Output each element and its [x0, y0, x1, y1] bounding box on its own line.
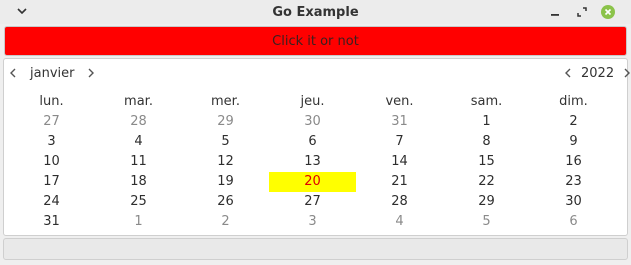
month-label: janvier: [30, 65, 75, 81]
day-cell[interactable]: 19: [182, 172, 269, 192]
day-cell[interactable]: 31: [356, 112, 443, 132]
calendar: janvier 2022 lun. mar. mer. jeu. ven. sa…: [3, 58, 631, 236]
weekday-label: sam.: [470, 94, 503, 109]
day-cell[interactable]: 21: [356, 172, 443, 192]
bottom-bar: [3, 238, 628, 260]
click-button[interactable]: Click it or not: [4, 26, 627, 56]
day-cell[interactable]: 24: [8, 192, 95, 212]
chevron-down-icon[interactable]: [14, 3, 30, 19]
day-cell[interactable]: 18: [95, 172, 182, 192]
day-cell[interactable]: 1: [95, 212, 182, 232]
day-cell[interactable]: 8: [443, 132, 530, 152]
day-cell[interactable]: 9: [530, 132, 617, 152]
day-cell[interactable]: 16: [530, 152, 617, 172]
weekday-label: lun.: [39, 94, 64, 109]
day-cell[interactable]: 22: [443, 172, 530, 192]
day-cell[interactable]: 4: [95, 132, 182, 152]
weeks: 27 28 29 30 31 1 2 3 4 5 6 7 8 9 10 11 12 13 14 15 16 17 18 19 2…: [8, 112, 622, 232]
day-cell[interactable]: 29: [182, 112, 269, 132]
day-cell[interactable]: 4: [356, 212, 443, 232]
weekday-label: ven.: [385, 94, 414, 109]
minimize-icon[interactable]: [546, 3, 564, 21]
year-nav: 2022: [561, 63, 631, 83]
chevron-right-icon[interactable]: [620, 64, 631, 82]
day-cell[interactable]: 6: [269, 132, 356, 152]
app-window: Go Example Click it or not janvier 2022: [0, 0, 631, 265]
day-cell[interactable]: 30: [269, 112, 356, 132]
week-row: 24 25 26 27 28 29 30: [8, 192, 622, 212]
day-cell[interactable]: 23: [530, 172, 617, 192]
weekday-label: mar.: [124, 94, 153, 109]
day-cell[interactable]: 5: [182, 132, 269, 152]
month-nav: janvier: [6, 63, 98, 83]
weekday-label: jeu.: [300, 94, 325, 109]
chevron-left-icon[interactable]: [6, 64, 20, 82]
weekday-header: lun. mar. mer. jeu. ven. sam. dim.: [8, 92, 622, 112]
window-title: Go Example: [272, 4, 359, 20]
day-cell[interactable]: 3: [8, 132, 95, 152]
day-cell[interactable]: 1: [443, 112, 530, 132]
day-cell-today[interactable]: 20: [269, 172, 356, 192]
day-cell[interactable]: 10: [8, 152, 95, 172]
day-cell[interactable]: 2: [530, 112, 617, 132]
day-cell[interactable]: 14: [356, 152, 443, 172]
day-cell[interactable]: 25: [95, 192, 182, 212]
title-bar: Go Example: [0, 0, 631, 24]
chevron-left-icon[interactable]: [561, 64, 575, 82]
week-row: 27 28 29 30 31 1 2: [8, 112, 622, 132]
day-cell[interactable]: 26: [182, 192, 269, 212]
chevron-right-icon[interactable]: [84, 64, 98, 82]
day-cell[interactable]: 13: [269, 152, 356, 172]
weekday-label: dim.: [559, 94, 588, 109]
day-cell[interactable]: 5: [443, 212, 530, 232]
day-cell[interactable]: 11: [95, 152, 182, 172]
year-label: 2022: [581, 65, 615, 81]
day-cell[interactable]: 29: [443, 192, 530, 212]
restore-icon[interactable]: [573, 3, 591, 21]
day-cell[interactable]: 3: [269, 212, 356, 232]
week-row: 10 11 12 13 14 15 16: [8, 152, 622, 172]
day-cell[interactable]: 28: [356, 192, 443, 212]
day-cell[interactable]: 7: [356, 132, 443, 152]
close-icon[interactable]: [601, 5, 615, 19]
day-cell[interactable]: 6: [530, 212, 617, 232]
day-cell[interactable]: 28: [95, 112, 182, 132]
calendar-grid: lun. mar. mer. jeu. ven. sam. dim. 27 28 2…: [8, 92, 622, 232]
day-cell[interactable]: 31: [8, 212, 95, 232]
week-row: 17 18 19 20 21 22 23: [8, 172, 622, 192]
day-cell[interactable]: 27: [8, 112, 95, 132]
day-cell[interactable]: 27: [269, 192, 356, 212]
day-cell[interactable]: 2: [182, 212, 269, 232]
week-row: 3456789: [8, 132, 622, 152]
day-cell[interactable]: 17: [8, 172, 95, 192]
day-cell[interactable]: 15: [443, 152, 530, 172]
day-cell[interactable]: 30: [530, 192, 617, 212]
week-row: 31 1 2 3 4 5 6: [8, 212, 622, 232]
day-cell[interactable]: 12: [182, 152, 269, 172]
weekday-label: mer.: [211, 94, 240, 109]
